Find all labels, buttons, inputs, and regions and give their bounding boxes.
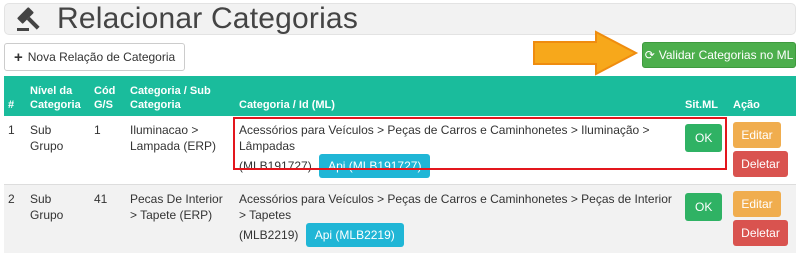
row-acao: Editar Deletar — [729, 116, 796, 185]
row-nivel: Sub Grupo — [26, 185, 90, 253]
ml-category-path: Acessórios para Veículos > Peças de Carr… — [239, 192, 672, 222]
col-acao: Ação — [729, 76, 796, 116]
row-num: 2 — [4, 185, 26, 253]
page-title: Relacionar Categorias — [57, 2, 358, 36]
row-categoria: Iluminacao > Lampada (ERP) — [126, 116, 235, 185]
delete-button[interactable]: Deletar — [733, 220, 788, 246]
page-header: Relacionar Categorias — [4, 3, 796, 35]
ml-category-path: Acessórios para Veículos > Peças de Carr… — [239, 123, 650, 153]
gavel-icon — [11, 4, 47, 34]
plus-icon: + — [14, 50, 23, 65]
col-categoria-ml: Categoria / Id (ML) — [235, 76, 681, 116]
api-button[interactable]: Api (MLB2219) — [306, 223, 404, 247]
col-num: # — [4, 76, 26, 116]
row-nivel: Sub Grupo — [26, 116, 90, 185]
new-category-relation-button[interactable]: + Nova Relação de Categoria — [4, 43, 185, 71]
row-categoria-ml: Acessórios para Veículos > Peças de Carr… — [235, 185, 681, 253]
col-sit-ml: Sit.ML — [681, 76, 729, 116]
validate-categories-label: Validar Categorias no ML — [659, 48, 794, 62]
categories-table: # Nível da Categoria Cód G/S Categoria /… — [4, 76, 796, 253]
col-categoria: Categoria / Sub Categoria — [126, 76, 235, 116]
refresh-icon: ⟳ — [645, 48, 655, 62]
table-row: 1 Sub Grupo 1 Iluminacao > Lampada (ERP)… — [4, 116, 796, 185]
row-cod: 1 — [90, 116, 126, 185]
row-sit-ml: OK — [681, 116, 729, 185]
ml-category-id: (MLB191727) — [239, 159, 312, 173]
edit-button[interactable]: Editar — [733, 191, 781, 217]
edit-button[interactable]: Editar — [733, 122, 781, 148]
col-cod: Cód G/S — [90, 76, 126, 116]
api-button[interactable]: Api (MLB191727) — [319, 154, 430, 178]
validate-categories-button[interactable]: ⟳ Validar Categorias no ML — [642, 42, 796, 68]
row-categoria-ml: Acessórios para Veículos > Peças de Carr… — [235, 116, 681, 185]
row-categoria: Pecas De Interior > Tapete (ERP) — [126, 185, 235, 253]
status-ok-button[interactable]: OK — [685, 124, 722, 152]
col-nivel: Nível da Categoria — [26, 76, 90, 116]
ml-category-id: (MLB2219) — [239, 228, 298, 242]
row-num: 1 — [4, 116, 26, 185]
arrow-annotation — [532, 30, 640, 76]
row-acao: Editar Deletar — [729, 185, 796, 253]
row-sit-ml: OK — [681, 185, 729, 253]
table-header-row: # Nível da Categoria Cód G/S Categoria /… — [4, 76, 796, 116]
table-row: 2 Sub Grupo 41 Pecas De Interior > Tapet… — [4, 185, 796, 253]
row-cod: 41 — [90, 185, 126, 253]
status-ok-button[interactable]: OK — [685, 193, 722, 221]
new-category-relation-label: Nova Relação de Categoria — [28, 50, 175, 64]
delete-button[interactable]: Deletar — [733, 151, 788, 177]
